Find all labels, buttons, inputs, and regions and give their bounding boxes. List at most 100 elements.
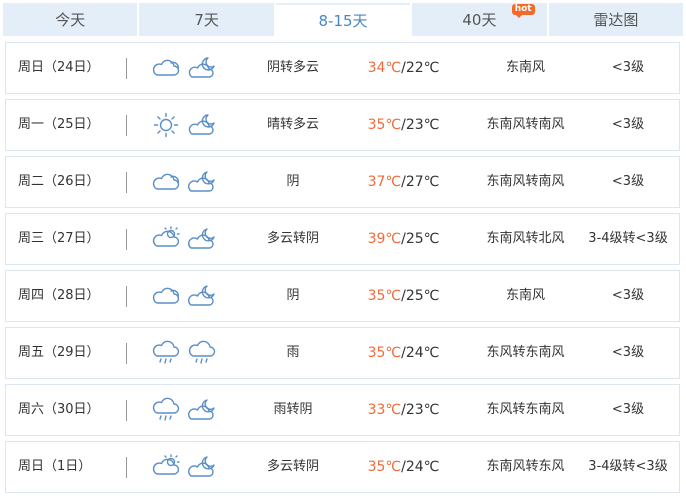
forecast-row: 周五（29日） 雨 35℃/24℃ 东风转东南风 <3级 [5, 327, 680, 379]
high-temp: 35℃ [367, 117, 402, 133]
hot-badge: hot [511, 4, 535, 18]
low-temp: 27℃ [405, 174, 440, 190]
weather-icons [151, 396, 217, 424]
tab-label: 8-15天 [318, 12, 368, 30]
forecast-row: 周二（26日） 阴 37℃/27℃ 东南风转南风 <3级 [5, 156, 680, 208]
high-temp: 39℃ [367, 231, 402, 247]
wind-direction: 东风转东南风 [486, 345, 565, 360]
day-label: 周二（26日） [18, 174, 100, 189]
tab-40-days[interactable]: 40天 hot [412, 3, 547, 36]
temperature-range: 35℃/24℃ [367, 459, 440, 475]
cloudy-night-icon [187, 453, 217, 481]
weather-condition: 阴转多云 [266, 60, 319, 75]
weather-icons [151, 54, 217, 82]
day-label: 周六（30日） [18, 402, 100, 417]
high-temp: 35℃ [367, 459, 402, 475]
partly-cloudy-day-icon [151, 453, 181, 481]
divider [126, 58, 127, 79]
weather-condition: 晴转多云 [266, 117, 319, 132]
partly-cloudy-night-icon [187, 111, 217, 139]
divider [126, 115, 127, 136]
forecast-tabs: 今天 7天 8-15天 40天 hot 雷达图 [3, 3, 684, 36]
wind-direction: 东南风 [505, 288, 545, 303]
wind-level: <3级 [611, 402, 645, 417]
tab-label: 40天 [462, 11, 497, 29]
high-temp: 35℃ [367, 345, 402, 361]
cloudy-night-icon [187, 225, 217, 253]
cloudy-icon [151, 168, 181, 196]
divider [126, 343, 127, 364]
temperature-range: 34℃/22℃ [367, 60, 440, 76]
low-temp: 24℃ [405, 459, 440, 475]
wind-direction: 东南风 [505, 60, 545, 75]
weather-condition: 多云转阴 [266, 459, 319, 474]
weather-icons [151, 111, 217, 139]
low-temp: 25℃ [405, 288, 440, 304]
wind-level: <3级 [611, 345, 645, 360]
wind-level: <3级 [611, 60, 645, 75]
wind-direction: 东南风转南风 [486, 117, 565, 132]
tab-8-15-days[interactable]: 8-15天 [275, 3, 411, 36]
cloudy-night-icon [187, 396, 217, 424]
low-temp: 25℃ [405, 231, 440, 247]
divider [126, 286, 127, 307]
day-label: 周日（24日） [18, 60, 100, 75]
low-temp: 23℃ [405, 402, 440, 418]
wind-direction: 东南风转南风 [486, 174, 565, 189]
tab-7-days[interactable]: 7天 [139, 3, 274, 36]
wind-direction: 东风转东南风 [486, 402, 565, 417]
weather-icons [151, 453, 217, 481]
weather-icons [151, 225, 217, 253]
weather-condition: 阴 [286, 174, 300, 189]
rain-icon [187, 339, 217, 367]
temperature-range: 33℃/23℃ [367, 402, 440, 418]
tab-radar[interactable]: 雷达图 [548, 3, 684, 36]
weather-condition: 阴 [286, 288, 300, 303]
wind-level: <3级 [611, 174, 645, 189]
rain-icon [151, 339, 181, 367]
forecast-row: 周日（1日） 多云转阴 35℃/24℃ 东南风转东风 3-4级转<3级 [5, 441, 680, 493]
cloudy-icon [151, 54, 181, 82]
rain-icon [151, 396, 181, 424]
tab-label: 今天 [55, 11, 86, 29]
temperature-range: 35℃/23℃ [367, 117, 440, 133]
divider [126, 457, 127, 478]
wind-direction: 东南风转北风 [486, 231, 565, 246]
weather-icons [151, 282, 217, 310]
cloudy-icon [151, 282, 181, 310]
cloudy-night-icon [187, 282, 217, 310]
day-label: 周四（28日） [18, 288, 100, 303]
day-label: 周一（25日） [18, 117, 100, 132]
high-temp: 35℃ [367, 288, 402, 304]
high-temp: 37℃ [367, 174, 402, 190]
temperature-range: 35℃/24℃ [367, 345, 440, 361]
forecast-row: 周日（24日） 阴转多云 34℃/22℃ 东南风 <3级 [5, 42, 680, 94]
weather-condition: 雨 [286, 345, 300, 360]
weather-icons [151, 339, 217, 367]
partly-cloudy-day-icon [151, 225, 181, 253]
low-temp: 23℃ [405, 117, 440, 133]
cloudy-night-icon [187, 168, 217, 196]
forecast-list: 周日（24日） 阴转多云 34℃/22℃ 东南风 <3级 周一（25日） 晴转多… [5, 42, 680, 498]
tab-label: 雷达图 [593, 11, 639, 29]
divider [126, 172, 127, 193]
low-temp: 24℃ [405, 345, 440, 361]
weather-condition: 雨转阴 [273, 402, 313, 417]
divider [126, 229, 127, 250]
tab-label: 7天 [194, 11, 219, 29]
temperature-range: 39℃/25℃ [367, 231, 440, 247]
tab-today[interactable]: 今天 [3, 3, 138, 36]
forecast-row: 周六（30日） 雨转阴 33℃/23℃ 东风转东南风 <3级 [5, 384, 680, 436]
wind-level: <3级 [611, 288, 645, 303]
divider [126, 400, 127, 421]
day-label: 周三（27日） [18, 231, 100, 246]
high-temp: 34℃ [367, 60, 402, 76]
forecast-row: 周三（27日） 多云转阴 39℃/25℃ 东南风转北风 3-4级转<3级 [5, 213, 680, 265]
wind-level: 3-4级转<3级 [588, 231, 668, 246]
temperature-range: 37℃/27℃ [367, 174, 440, 190]
day-label: 周五（29日） [18, 345, 100, 360]
partly-cloudy-night-icon [187, 54, 217, 82]
weather-icons [151, 168, 217, 196]
wind-level: <3级 [611, 117, 645, 132]
forecast-row: 周四（28日） 阴 35℃/25℃ 东南风 <3级 [5, 270, 680, 322]
